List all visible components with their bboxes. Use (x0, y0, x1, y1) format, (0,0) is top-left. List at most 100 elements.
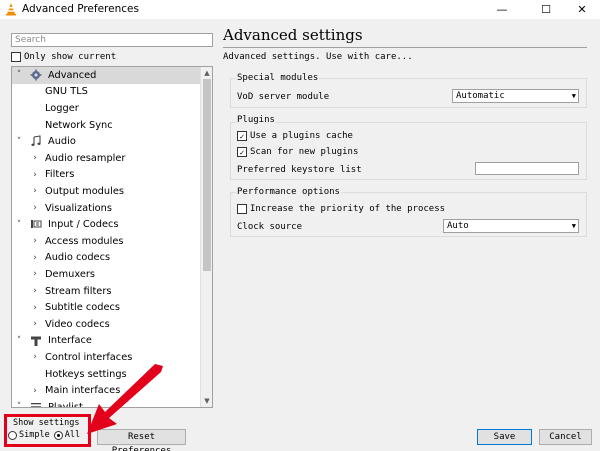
chevron-right-icon[interactable]: › (31, 319, 39, 329)
minimize-button[interactable]: — (486, 0, 518, 19)
tree-item-label: Control interfaces (45, 351, 133, 363)
tree-item[interactable]: › Access modules (12, 233, 200, 250)
tree-item[interactable]: GNU TLS (12, 84, 200, 101)
chevron-right-icon[interactable]: › (31, 286, 39, 296)
scroll-down-icon[interactable]: ▼ (201, 395, 212, 407)
group-title-plugins: Plugins (236, 115, 276, 125)
tree-item-label: Audio (48, 136, 76, 148)
chevron-down-icon[interactable]: ˅ (15, 220, 23, 230)
tree-scrollbar[interactable]: ▲ ▼ (200, 67, 212, 407)
scan-new-plugins-label: Scan for new plugins (250, 147, 359, 157)
increase-priority-label: Increase the priority of the process (250, 204, 446, 214)
chevron-right-icon[interactable]: › (31, 253, 39, 263)
chevron-down-icon[interactable]: ˅ (15, 137, 23, 147)
chevron-right-icon[interactable]: › (31, 236, 39, 246)
tree-item[interactable]: ˅ Interface (12, 333, 200, 350)
tree-item[interactable]: › Demuxers (12, 266, 200, 283)
radio-all-label: All (64, 430, 81, 440)
vlc-cone-icon (6, 3, 16, 16)
use-plugins-cache-label: Use a plugins cache (250, 131, 353, 141)
tree-item[interactable]: › Subtitle codecs (12, 299, 200, 316)
chevron-right-icon[interactable]: › (31, 269, 39, 279)
chevron-right-icon[interactable]: › (31, 352, 39, 362)
show-settings-radios: Simple All (8, 430, 80, 440)
chevron-right-icon[interactable]: › (31, 170, 39, 180)
tree-item-label: Filters (45, 169, 75, 181)
cancel-button[interactable]: Cancel (539, 429, 592, 445)
keystore-input[interactable] (475, 162, 579, 175)
tree-item-label: Subtitle codecs (45, 302, 121, 314)
chevron-right-icon[interactable]: › (31, 186, 39, 196)
search-placeholder: Search (15, 35, 46, 45)
vod-server-value: Automatic (456, 91, 505, 101)
tree-item[interactable]: › Visualizations (12, 200, 200, 217)
chevron-down-icon[interactable]: ˅ (15, 402, 23, 407)
use-plugins-cache-checkbox[interactable]: Use a plugins cache (237, 131, 353, 141)
vod-server-select[interactable]: Automatic ▼ (452, 89, 579, 103)
window-body: Search Only show current ˅ Advanced GNU TL… (0, 19, 600, 451)
tree-item-label: Audio resampler (45, 152, 126, 164)
checkbox-checked[interactable] (237, 131, 247, 141)
tree-item[interactable]: ˅ Input / Codecs (12, 216, 200, 233)
tree-item[interactable]: Logger (12, 100, 200, 117)
checkbox-box[interactable] (11, 52, 21, 62)
tree-item[interactable]: ˅ Audio (12, 133, 200, 150)
scroll-thumb[interactable] (203, 79, 211, 271)
maximize-button[interactable]: ☐ (530, 0, 562, 19)
tree-item-label: Logger (45, 102, 79, 114)
save-button[interactable]: Save (477, 429, 532, 445)
music-note-icon (30, 135, 42, 147)
tree-item-label: Stream filters (45, 285, 112, 297)
gear-icon (30, 69, 42, 81)
annotation-arrow (87, 364, 163, 434)
chevron-right-icon[interactable]: › (31, 203, 39, 213)
group-title-special: Special modules (236, 73, 320, 83)
tree-item[interactable]: › Filters (12, 167, 200, 184)
page-title: Advanced settings (223, 26, 363, 44)
only-show-current-checkbox[interactable]: Only show current (11, 51, 116, 63)
chevron-down-icon[interactable]: ˅ (15, 70, 23, 80)
search-input[interactable]: Search (11, 33, 213, 47)
tree-item[interactable]: › Audio resampler (12, 150, 200, 167)
group-title-performance: Performance options (236, 187, 341, 197)
radio-simple[interactable] (8, 430, 17, 440)
window-title: Advanced Preferences (22, 3, 139, 15)
tree-item[interactable]: › Stream filters (12, 283, 200, 300)
radio-simple-label: Simple (19, 430, 50, 440)
playlist-icon (30, 401, 42, 407)
clock-source-value: Auto (447, 221, 469, 231)
show-settings-label: Show settings (13, 418, 80, 428)
radio-all[interactable] (53, 430, 63, 440)
checkbox-checked[interactable] (237, 147, 247, 157)
title-bar: Advanced Preferences — ☐ ✕ (0, 0, 600, 19)
interface-icon (30, 335, 42, 347)
scroll-up-icon[interactable]: ▲ (201, 67, 212, 79)
tree-item[interactable]: ˅ Advanced (12, 67, 200, 84)
tree-item-label: Network Sync (45, 119, 113, 131)
chevron-right-icon[interactable]: › (31, 303, 39, 313)
preferences-tree[interactable]: ˅ Advanced GNU TLS Logger Network Sync ˅ Audio… (11, 66, 213, 408)
tree-item[interactable]: › Output modules (12, 183, 200, 200)
tree-item-label: Audio codecs (45, 252, 111, 264)
chevron-right-icon[interactable]: › (31, 153, 39, 163)
only-show-current-label: Only show current (24, 52, 117, 62)
chevron-down-icon[interactable]: ˅ (15, 336, 23, 346)
clock-source-select[interactable]: Auto ▼ (443, 219, 579, 233)
clock-source-label: Clock source (237, 222, 303, 232)
title-divider (223, 47, 587, 48)
chevron-down-icon: ▼ (571, 222, 576, 230)
tree-item-label: Input / Codecs (48, 219, 119, 231)
tree-item-label: Output modules (45, 185, 124, 197)
tree-item[interactable]: › Audio codecs (12, 250, 200, 267)
close-icon: ✕ (577, 3, 587, 16)
close-button[interactable]: ✕ (566, 0, 598, 19)
increase-priority-checkbox[interactable]: Increase the priority of the process (237, 204, 445, 214)
chevron-right-icon[interactable]: › (31, 386, 39, 396)
tree-item-label: Video codecs (45, 318, 110, 330)
tree-item-label: Playlist (48, 401, 83, 408)
codec-icon (30, 218, 42, 230)
checkbox-unchecked[interactable] (237, 204, 247, 214)
tree-item[interactable]: › Video codecs (12, 316, 200, 333)
scan-new-plugins-checkbox[interactable]: Scan for new plugins (237, 147, 358, 157)
tree-item[interactable]: Network Sync (12, 117, 200, 134)
